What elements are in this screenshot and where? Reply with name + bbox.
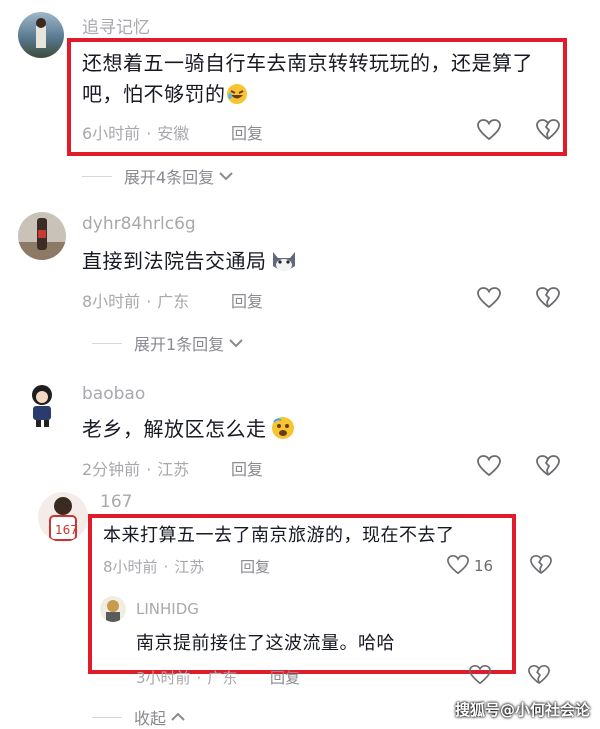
laughing-emoji — [226, 83, 248, 114]
expand-replies-button[interactable]: 展开1条回复 — [92, 331, 244, 355]
comment-username[interactable]: dyhr84hrlc6g — [82, 214, 196, 234]
avatar[interactable]: 167 — [38, 492, 88, 542]
heart-outline-icon[interactable] — [468, 664, 492, 686]
comment-text: 本来打算五一去了南京旅游的，现在不去了 — [103, 525, 455, 546]
avatar-small-icon — [106, 600, 120, 622]
chevron-up-icon — [171, 712, 185, 721]
avatar-bottle-icon — [18, 218, 66, 260]
avatar[interactable] — [18, 12, 64, 58]
svg-text:167: 167 — [55, 523, 78, 537]
reply-button[interactable]: 回复 — [231, 456, 263, 480]
avatar[interactable] — [18, 212, 66, 260]
heart-outline-icon[interactable] — [476, 286, 502, 310]
comment-username[interactable]: 追寻记忆 — [82, 13, 150, 38]
expand-replies-button[interactable]: 展开4条回复 — [82, 164, 234, 188]
scared-emoji — [271, 416, 295, 449]
broken-heart-icon[interactable] — [529, 554, 553, 576]
chevron-down-icon — [219, 172, 233, 181]
avatar-figure-icon — [36, 18, 46, 48]
comment-text: 老乡，解放区怎么走 — [82, 414, 552, 449]
reply-button[interactable]: 回复 — [231, 288, 263, 312]
avatar-cartoon-icon — [32, 385, 52, 427]
comment-text: 还想着五一骑自行车去南京转转玩玩的，还是算了吧，怕不够罚的 — [82, 48, 560, 114]
comment-location: 广东 — [157, 292, 190, 311]
avatar[interactable] — [100, 596, 126, 622]
heart-outline-icon[interactable] — [446, 554, 470, 576]
like-count: 16 — [474, 557, 494, 575]
comment-time: 6小时前 — [82, 124, 141, 143]
comment-username[interactable]: LINHIDG — [136, 600, 199, 618]
heart-outline-icon[interactable] — [476, 118, 502, 142]
broken-heart-icon[interactable] — [535, 454, 561, 478]
comment-text: 南京提前接住了这波流量。哈哈 — [136, 633, 395, 654]
comment-time: 2分钟前 — [82, 460, 141, 479]
broken-heart-icon[interactable] — [535, 286, 561, 310]
comment-location: 安徽 — [157, 124, 190, 143]
reply-button[interactable]: 回复 — [270, 667, 300, 688]
collapse-replies-button[interactable]: 收起 — [92, 705, 186, 729]
comment-time: 8小时前 — [82, 292, 141, 311]
comment-meta: 6小时前 · 安徽 — [82, 124, 190, 143]
avatar[interactable] — [18, 380, 66, 428]
comment-username[interactable]: baobao — [82, 384, 145, 404]
comment-location: 广东 — [207, 669, 238, 687]
chevron-down-icon — [229, 339, 243, 348]
comment-time: 8小时前 — [103, 558, 158, 576]
heart-outline-icon[interactable] — [476, 454, 502, 478]
reply-button[interactable]: 回复 — [231, 120, 263, 144]
comment-location: 江苏 — [157, 460, 190, 479]
reply-button[interactable]: 回复 — [240, 556, 270, 577]
comment-meta: 2分钟前 · 江苏 — [82, 460, 190, 479]
comment-time: 3小时前 — [136, 669, 191, 687]
comment-meta: 8小时前 · 广东 — [82, 292, 190, 311]
broken-heart-icon[interactable] — [527, 664, 551, 686]
comment-meta: 8小时前 · 江苏 — [103, 558, 205, 576]
comment-meta: 3小时前 · 广东 — [136, 669, 238, 687]
broken-heart-icon[interactable] — [535, 118, 561, 142]
comment-location: 江苏 — [174, 558, 205, 576]
comment-text: 直接到法院告交通局 — [82, 246, 552, 281]
comment-username[interactable]: 167 — [100, 492, 132, 512]
avatar-player-icon: 167 — [49, 497, 78, 541]
cat-emoji — [271, 248, 297, 281]
watermark: 搜狐号@小何社会论 — [454, 701, 590, 719]
